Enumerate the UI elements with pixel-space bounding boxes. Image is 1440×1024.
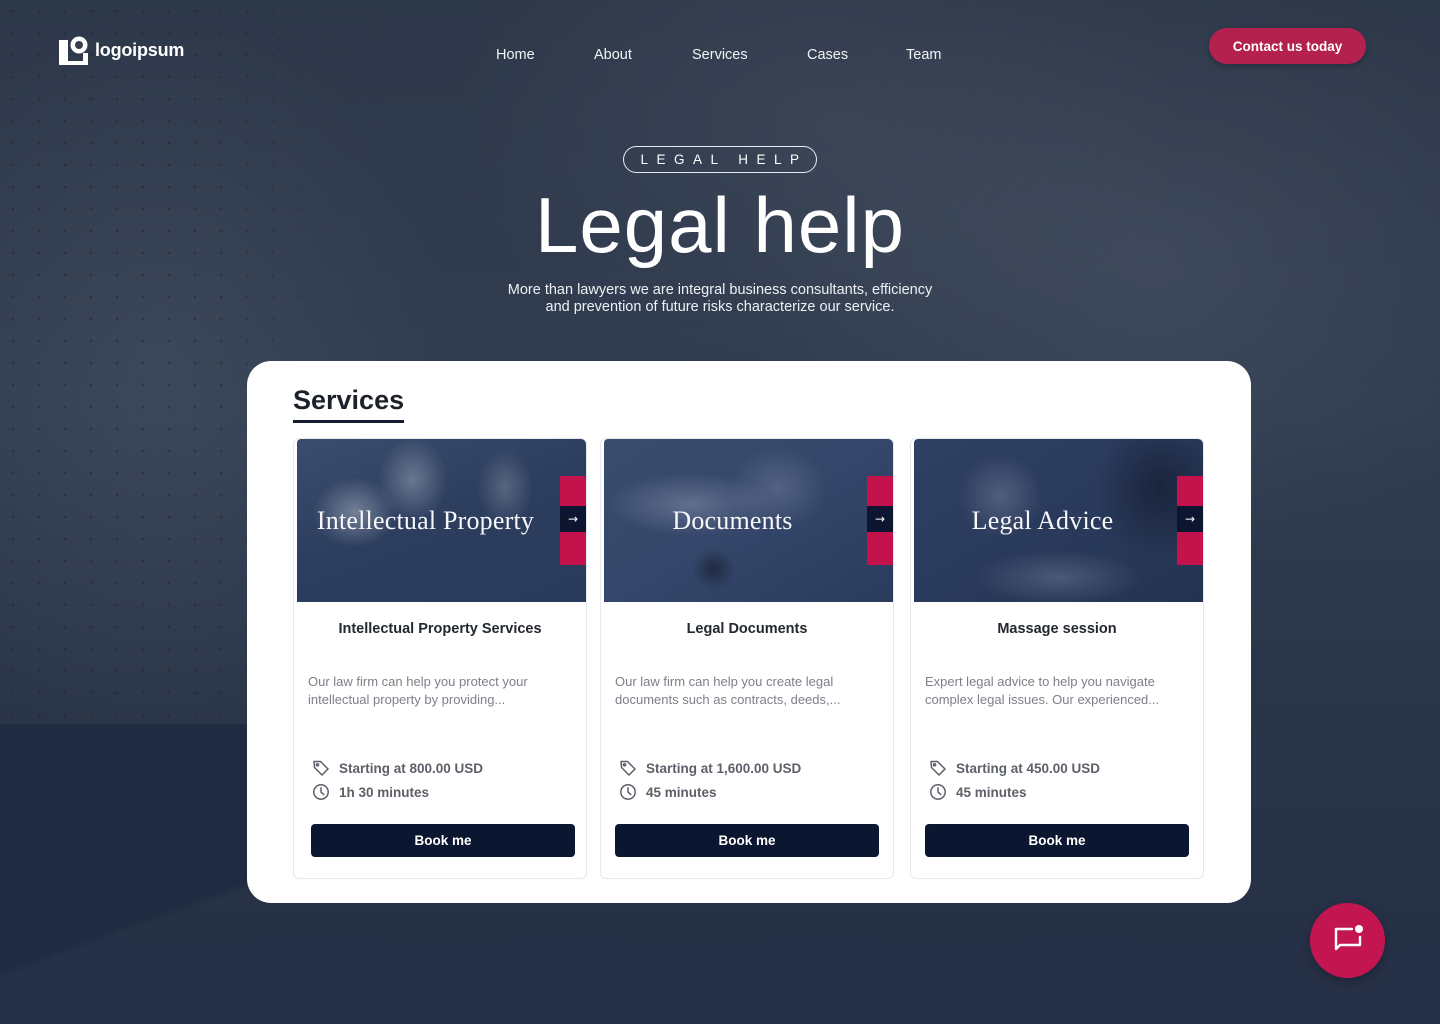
contact-us-button[interactable]: Contact us today [1209, 28, 1366, 64]
hero-subtitle-line: and prevention of future risks character… [545, 299, 895, 315]
hero-subtitle-line: More than lawyers we are integral busine… [507, 282, 933, 298]
service-card-meta: Starting at 450.00 USD 45 minutes [929, 759, 1100, 801]
service-duration: 1h 30 minutes [339, 784, 430, 800]
service-card-arrow-tab[interactable]: → [867, 476, 893, 565]
clock-icon [620, 784, 636, 800]
chat-button[interactable] [1310, 903, 1385, 978]
service-card-arrow-tab[interactable]: → [1177, 476, 1203, 565]
service-card: Intellectual Property → Intellectual Pro… [293, 438, 587, 879]
price-row: Starting at 450.00 USD [929, 759, 1100, 777]
hero-subtitle: More than lawyers we are integral busine… [0, 282, 1440, 316]
service-price: Starting at 800.00 USD [339, 760, 484, 776]
service-card-description: Expert legal advice to help you navigate… [925, 674, 1160, 707]
duration-row: 45 minutes [619, 783, 801, 801]
service-price: Starting at 450.00 USD [956, 760, 1101, 776]
services-title: Services [293, 385, 405, 423]
service-card-image[interactable]: Legal Advice → [914, 439, 1203, 602]
price-row: Starting at 1,600.00 USD [619, 759, 801, 777]
duration-row: 1h 30 minutes [312, 783, 483, 801]
chat-notification-icon [1334, 924, 1363, 950]
price-tag-icon [313, 760, 329, 776]
hero-eyebrow-badge: LEGAL HELP [623, 146, 817, 173]
main-nav: Home About Services Cases Team [496, 47, 941, 63]
service-card: Documents → Legal Documents Our law firm… [600, 438, 894, 879]
service-card-meta: Starting at 1,600.00 USD 45 minutes [619, 759, 801, 801]
services-panel: Services Intellectual Property → Intelle… [247, 361, 1251, 903]
book-me-button[interactable]: Book me [615, 824, 879, 857]
service-card-meta: Starting at 800.00 USD 1h 30 minutes [312, 759, 483, 801]
service-card: Legal Advice → Massage session Expert le… [910, 438, 1204, 879]
service-card-image[interactable]: Documents → [604, 439, 893, 602]
logo-mark-icon [59, 36, 89, 65]
service-duration: 45 minutes [956, 784, 1027, 800]
service-card-arrow-tab[interactable]: → [560, 476, 586, 565]
price-row: Starting at 800.00 USD [312, 759, 483, 777]
service-card-heading: Massage session [997, 621, 1117, 637]
nav-services[interactable]: Services [692, 47, 807, 63]
nav-cases[interactable]: Cases [807, 47, 906, 63]
arrow-right-icon: → [1177, 506, 1203, 532]
duration-row: 45 minutes [929, 783, 1100, 801]
book-me-button[interactable]: Book me [925, 824, 1189, 857]
price-tag-icon [620, 760, 636, 776]
service-card-image-title: Documents [672, 505, 793, 535]
book-me-button[interactable]: Book me [311, 824, 575, 857]
service-card-image-title: Legal Advice [971, 505, 1114, 535]
nav-about[interactable]: About [594, 47, 692, 63]
arrow-right-icon: → [867, 506, 893, 532]
arrow-right-icon: → [560, 506, 586, 532]
nav-home[interactable]: Home [496, 47, 594, 63]
service-duration: 45 minutes [646, 784, 717, 800]
service-card-heading: Legal Documents [686, 621, 808, 637]
service-card-image[interactable]: Intellectual Property → [297, 439, 586, 602]
nav-team[interactable]: Team [906, 47, 941, 63]
clock-icon [930, 784, 946, 800]
logo-text: logoipsum [95, 40, 185, 60]
service-card-heading: Intellectual Property Services [338, 621, 542, 637]
service-card-image-title: Intellectual Property [316, 505, 535, 535]
service-price: Starting at 1,600.00 USD [646, 760, 802, 776]
service-card-description: Our law firm can help you create legal d… [615, 674, 841, 707]
service-card-description: Our law firm can help you protect your i… [308, 674, 528, 707]
logo-link[interactable]: logoipsum [59, 36, 184, 65]
clock-icon [313, 784, 329, 800]
price-tag-icon [930, 760, 946, 776]
hero-title: Legal help [535, 181, 905, 269]
